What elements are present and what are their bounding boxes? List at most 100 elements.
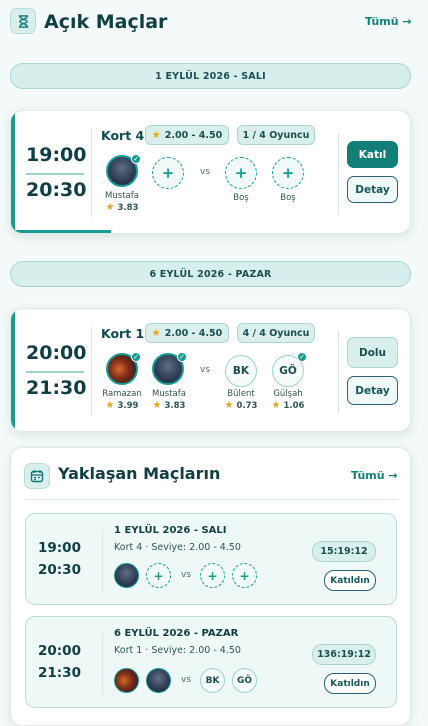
empty-slot-add[interactable]: + (272, 157, 304, 189)
player-slot-2[interactable]: ✓ (152, 352, 187, 385)
start-time: 20:00 (26, 342, 87, 364)
empty-slot-add[interactable]: + (152, 157, 184, 189)
rating-value: 1.06 (283, 401, 305, 411)
page-title: Açık Maçlar (44, 11, 168, 33)
empty-slot-label: Boş (233, 193, 249, 203)
start-time: 19:00 (26, 144, 87, 166)
section-title: Yaklaşan Maçların (58, 464, 221, 483)
player-rating: ★ 1.06 (263, 400, 313, 411)
card-accent (11, 111, 15, 233)
star-icon: ★ (105, 400, 115, 411)
vs-label: vs (181, 675, 192, 685)
court-label: Kort 4 (101, 128, 145, 143)
level-chip: ★ 2.00 - 4.50 (145, 125, 229, 145)
fill-progress-bar (11, 230, 111, 233)
rating-value: 3.83 (164, 401, 186, 411)
star-icon: ★ (151, 129, 161, 141)
divider (102, 530, 103, 592)
star-icon: ★ (152, 400, 162, 411)
time-divider (26, 371, 84, 373)
star-icon: ★ (224, 400, 234, 411)
player-initials-avatar[interactable]: GÖ (232, 668, 257, 693)
empty-slot-add[interactable]: + (232, 563, 257, 588)
player-name: Bülent (227, 389, 255, 399)
divider (102, 633, 103, 695)
level-text: 2.00 - 4.50 (164, 327, 223, 339)
end-time: 20:30 (38, 562, 81, 578)
match-date: 6 EYLÜL 2026 - PAZAR (114, 628, 239, 639)
check-icon: ✓ (131, 154, 141, 164)
players-chip: 1 / 4 Oyuncu (237, 125, 315, 145)
player-name: Mustafa (152, 389, 186, 399)
avatar (114, 563, 139, 588)
hourglass-icon (10, 8, 36, 34)
end-time: 20:30 (26, 179, 87, 201)
empty-slot-add[interactable]: + (225, 157, 257, 189)
divider (91, 129, 92, 217)
player-initials-avatar[interactable]: BK (200, 668, 225, 693)
countdown-timer: 136:19:12 (312, 644, 376, 665)
start-time: 19:00 (38, 540, 81, 556)
star-icon: ★ (105, 202, 115, 213)
avatar (146, 668, 171, 693)
player-slot-4[interactable]: GÖ ✓ (272, 352, 307, 387)
calendar-icon (24, 463, 50, 489)
end-time: 21:30 (38, 665, 81, 681)
vs-label: vs (181, 570, 192, 580)
player-slot-1[interactable]: ✓ (106, 352, 141, 385)
start-time: 20:00 (38, 643, 81, 659)
detail-button[interactable]: Detay (347, 176, 398, 203)
level-chip: ★ 2.00 - 4.50 (145, 323, 229, 343)
rating-value: 3.83 (117, 203, 139, 213)
player-name: Gülşah (273, 389, 303, 399)
court-label: Kort 1 (101, 326, 145, 341)
upcoming-section: Yaklaşan Maçların Tümü → 19:00 20:30 1 E… (10, 447, 411, 726)
check-icon: ✓ (297, 352, 307, 362)
player-rating: ★ 3.83 (144, 400, 194, 411)
match-card[interactable]: 19:00 20:30 Kort 4 ★ 2.00 - 4.50 1 / 4 Oy… (10, 110, 411, 234)
vs-label: vs (200, 365, 211, 375)
player-rating: ★ 3.99 (97, 400, 147, 411)
rating-value: 0.73 (236, 401, 258, 411)
check-icon: ✓ (177, 352, 187, 362)
divider (91, 327, 92, 415)
match-info: Kort 1 · Seviye: 2.00 - 4.50 (114, 645, 241, 656)
player-rating: ★ 3.83 (97, 202, 147, 213)
check-icon: ✓ (131, 352, 141, 362)
empty-slot-add[interactable]: + (146, 563, 171, 588)
see-all-link[interactable]: Tümü → (351, 469, 398, 482)
date-header: 6 EYLÜL 2026 - PAZAR (10, 261, 411, 287)
date-header: 1 EYLÜL 2026 - SALI (10, 63, 411, 89)
player-slot-1[interactable]: ✓ (106, 154, 141, 187)
join-button[interactable]: Katıl (347, 141, 398, 168)
divider (338, 133, 339, 215)
match-info: Kort 4 · Seviye: 2.00 - 4.50 (114, 542, 241, 553)
player-initials-avatar[interactable]: BK (225, 355, 257, 387)
divider (25, 499, 397, 500)
card-accent (11, 309, 15, 431)
empty-slot-label: Boş (280, 193, 296, 203)
end-time: 21:30 (26, 377, 87, 399)
level-text: 2.00 - 4.50 (164, 129, 223, 141)
divider (338, 331, 339, 413)
player-name: Ramazan (102, 389, 142, 399)
rating-value: 3.99 (117, 401, 139, 411)
players-chip: 4 / 4 Oyuncu (237, 323, 315, 343)
countdown-timer: 15:19:12 (312, 541, 376, 562)
match-date: 1 EYLÜL 2026 - SALI (114, 525, 227, 536)
full-button[interactable]: Dolu (347, 337, 398, 368)
star-icon: ★ (151, 327, 161, 339)
player-name: Mustafa (105, 191, 139, 201)
see-all-link[interactable]: Tümü → (365, 15, 412, 28)
joined-button[interactable]: Katıldın (324, 570, 376, 591)
upcoming-match-card[interactable]: 20:00 21:30 6 EYLÜL 2026 - PAZAR Kort 1 … (25, 616, 397, 708)
empty-slot-add[interactable]: + (200, 563, 225, 588)
player-rating: ★ 0.73 (216, 400, 266, 411)
avatar (114, 668, 139, 693)
detail-button[interactable]: Detay (347, 376, 398, 405)
vs-label: vs (200, 167, 211, 177)
upcoming-match-card[interactable]: 19:00 20:30 1 EYLÜL 2026 - SALI Kort 4 ·… (25, 513, 397, 605)
star-icon: ★ (271, 400, 281, 411)
joined-button[interactable]: Katıldın (324, 673, 376, 694)
match-card[interactable]: 20:00 21:30 Kort 1 ★ 2.00 - 4.50 4 / 4 Oy… (10, 308, 411, 432)
